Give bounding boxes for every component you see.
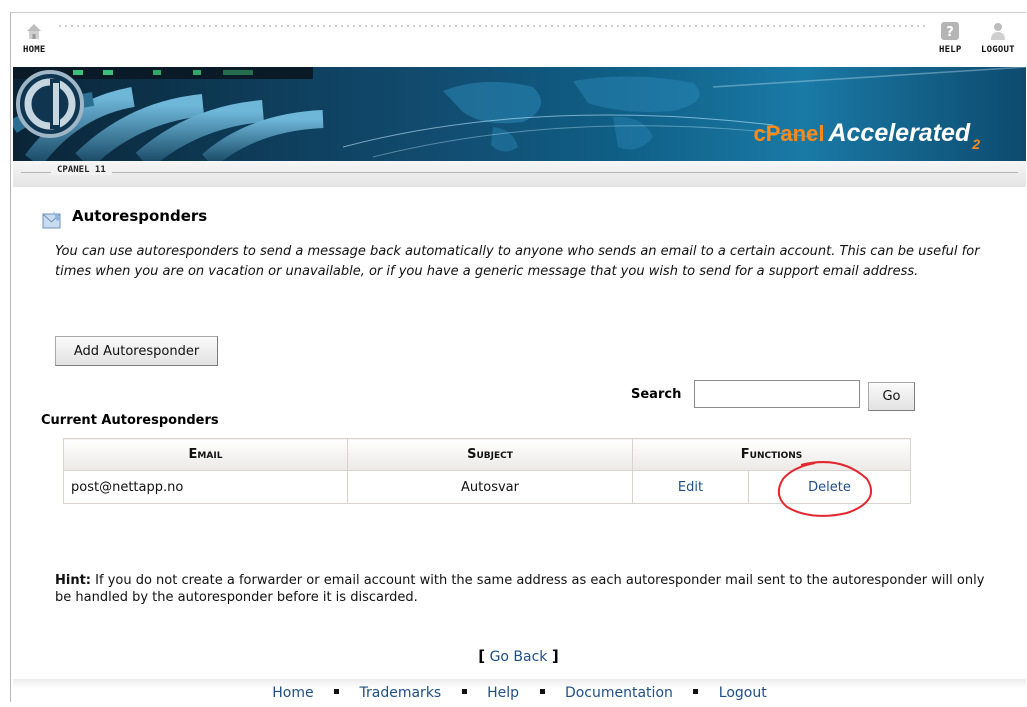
footer-separator xyxy=(693,689,699,694)
go-back-link[interactable]: Go Back xyxy=(490,649,548,665)
footer-nav: Home Trademarks Help Documentation Logou… xyxy=(13,679,1026,703)
header-email: Email xyxy=(63,438,348,471)
version-divider xyxy=(21,172,1018,173)
help-nav-item[interactable]: ? HELP xyxy=(939,21,961,55)
search-label: Search xyxy=(631,387,682,402)
home-nav-item[interactable]: HOME xyxy=(23,21,45,55)
header-subject: Subject xyxy=(347,438,633,471)
search-input[interactable] xyxy=(694,380,860,408)
row-subject: Autosvar xyxy=(347,470,633,504)
logout-nav-label: LOGOUT xyxy=(981,45,1015,55)
home-icon xyxy=(27,24,42,39)
cpanel-banner: cPanel Accelerated 2 xyxy=(13,67,1026,161)
top-nav: HOME ? HELP LOGOUT xyxy=(11,13,1026,69)
brand-version: 2 xyxy=(972,136,980,152)
footer-separator xyxy=(334,689,340,694)
page-title: Autoresponders xyxy=(72,207,208,225)
go-back-close-bracket: ] xyxy=(551,647,559,665)
cpanel-logo-icon xyxy=(16,70,84,138)
go-back: [ Go Back ] xyxy=(11,647,1026,665)
brand-cpanel: cPanel xyxy=(753,121,825,146)
help-nav-label: HELP xyxy=(939,45,962,55)
row-edit-cell: Edit xyxy=(632,470,749,504)
footer-separator xyxy=(539,689,545,694)
footer-link-logout[interactable]: Logout xyxy=(719,685,767,701)
footer-link-help[interactable]: Help xyxy=(487,685,519,701)
brand-accelerated: Accelerated xyxy=(828,119,971,147)
page-frame: HOME ? HELP LOGOUT cPanel Accelerated 2 … xyxy=(10,12,1026,703)
footer-link-home[interactable]: Home xyxy=(272,685,313,701)
hint-body: If you do not create a forwarder or emai… xyxy=(55,573,985,605)
add-autoresponder-button[interactable]: Add Autoresponder xyxy=(55,336,218,366)
footer-separator xyxy=(461,689,467,694)
hint-label: Hint: xyxy=(55,573,92,588)
hint-text: Hint: If you do not create a forwarder o… xyxy=(55,572,985,606)
dotted-divider xyxy=(57,23,927,29)
red-annotation-circle xyxy=(777,461,872,517)
version-tag: CPANEL 11 xyxy=(51,165,112,175)
home-nav-label: HOME xyxy=(23,45,46,55)
logout-nav-item[interactable]: LOGOUT xyxy=(981,21,1015,55)
version-bar: CPANEL 11 xyxy=(13,161,1026,187)
footer-link-documentation[interactable]: Documentation xyxy=(565,685,673,701)
go-button[interactable]: Go xyxy=(868,382,915,411)
edit-link[interactable]: Edit xyxy=(678,480,703,495)
footer-link-trademarks[interactable]: Trademarks xyxy=(360,685,442,701)
row-email: post@nettapp.no xyxy=(63,470,348,504)
current-autoresponders-title: Current Autoresponders xyxy=(41,413,219,428)
page-description: You can use autoresponders to send a mes… xyxy=(55,244,980,279)
autoresponder-icon xyxy=(42,211,61,229)
go-back-open-bracket: [ xyxy=(478,647,486,665)
logout-icon xyxy=(990,23,1005,40)
cpanel-brand-text: cPanel Accelerated 2 xyxy=(754,119,980,152)
svg-text:?: ? xyxy=(946,25,954,40)
help-icon: ? xyxy=(941,22,960,40)
